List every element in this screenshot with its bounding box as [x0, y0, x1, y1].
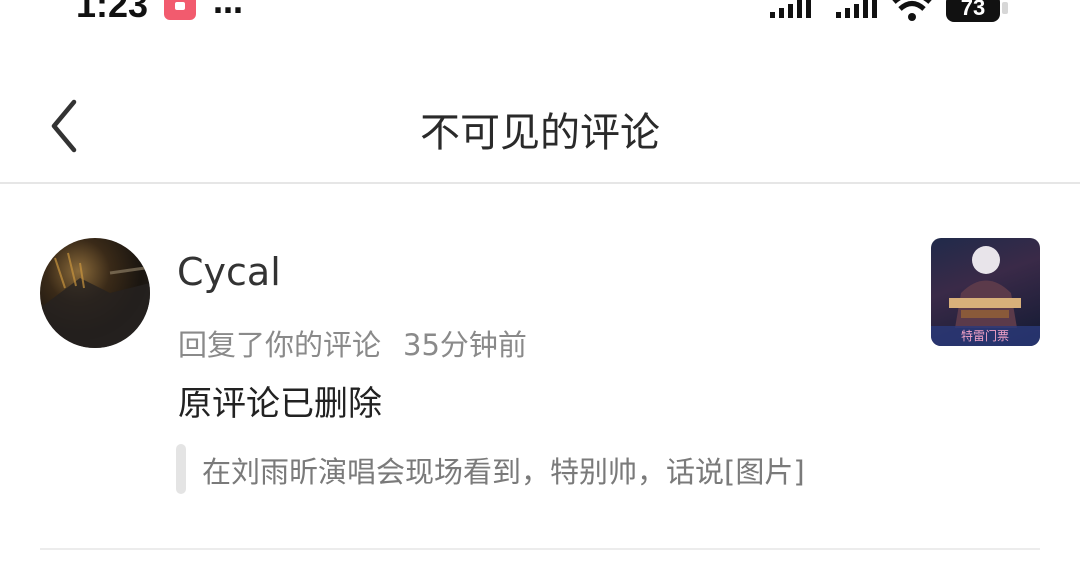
user-name[interactable]: Cycal — [177, 250, 281, 294]
quote-bar — [176, 444, 186, 494]
wifi-icon — [892, 0, 932, 21]
post-thumbnail[interactable]: 特雷门票 — [931, 238, 1040, 346]
quoted-comment[interactable]: 在刘雨昕演唱会现场看到，特别帅，话说[图片] — [202, 449, 805, 491]
timestamp: 35分钟前 — [403, 328, 527, 362]
page-title: 不可见的评论 — [420, 110, 660, 156]
signal-icon — [770, 0, 811, 18]
thumbnail-caption: 特雷门票 — [961, 328, 1009, 343]
action-line: 回复了你的评论 35分钟前 — [178, 322, 527, 364]
battery-icon: 73 — [946, 0, 1008, 22]
comment-text: 原评论已删除 — [178, 384, 382, 424]
signal-icon-2 — [836, 0, 877, 18]
status-time: 1:23 — [76, 0, 149, 25]
thumbnail-image: 特雷门票 — [931, 246, 1040, 346]
status-bar: 1:23 … 73 — [0, 0, 1080, 40]
more-notifications-icon: … — [213, 0, 244, 21]
reply-notice-item[interactable]: Cycal 回复了你的评论 35分钟前 原评论已删除 在刘雨昕演唱会现场看到，特… — [0, 184, 1080, 550]
list-divider — [40, 548, 1040, 550]
avatar[interactable] — [40, 238, 150, 348]
avatar-photo — [40, 252, 150, 348]
action-text: 回复了你的评论 — [178, 328, 382, 362]
nav-bar: 不可见的评论 — [0, 70, 1080, 182]
app-notification-icon — [164, 0, 196, 20]
